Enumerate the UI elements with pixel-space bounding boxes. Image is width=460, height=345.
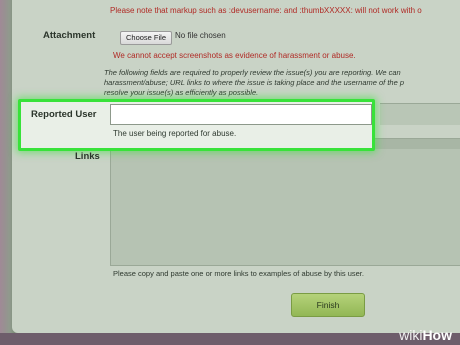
choose-file-button[interactable]: Choose File xyxy=(120,31,172,45)
reported-user-help: The user being reported for abuse. xyxy=(113,129,237,138)
reported-user-field-extension xyxy=(380,103,460,125)
markup-notice: Please note that markup such as :devuser… xyxy=(110,6,422,15)
links-help: Please copy and paste one or more links … xyxy=(113,269,364,278)
attachment-label: Attachment xyxy=(43,30,96,41)
reported-user-input[interactable] xyxy=(110,104,372,125)
finish-button[interactable]: Finish xyxy=(291,293,365,317)
wikihow-watermark: wikiHow xyxy=(399,327,452,343)
reported-user-label: Reported User xyxy=(31,109,97,120)
required-notice-line2: harassment/abuse; URL links to where the… xyxy=(104,78,405,87)
watermark-how: How xyxy=(422,327,452,343)
required-notice-line3: resolve your issue(s) as efficiently as … xyxy=(104,88,259,97)
links-label: Links xyxy=(75,151,100,162)
required-notice-line1: The following fields are required to pro… xyxy=(104,68,401,77)
links-textarea[interactable] xyxy=(110,138,460,266)
file-status: No file chosen xyxy=(175,31,226,40)
watermark-wiki: wiki xyxy=(399,327,423,343)
footer-strip xyxy=(0,333,460,345)
screenshot-warning: We cannot accept screenshots as evidence… xyxy=(113,51,356,60)
